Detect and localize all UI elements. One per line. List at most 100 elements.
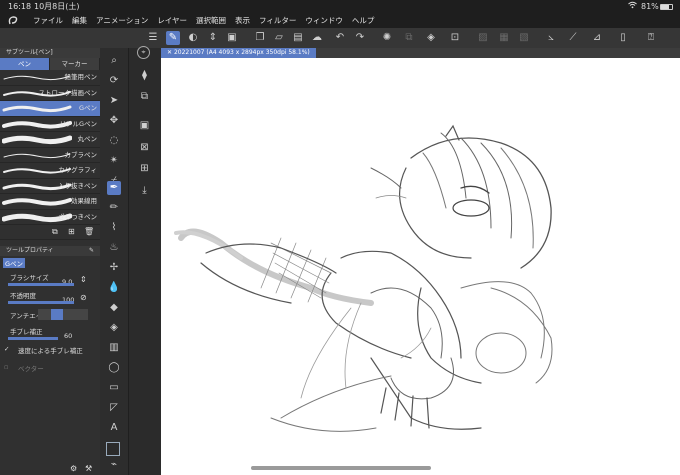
clear-icon[interactable]: ▨ (476, 31, 490, 45)
open-folder-icon[interactable]: ▱ (272, 31, 286, 45)
menu-item[interactable]: レイヤー (157, 14, 187, 28)
zoom-icon[interactable]: ⌕ (107, 54, 121, 68)
navigator-icon[interactable]: ⌖ (137, 46, 150, 59)
redo-icon[interactable]: ↷ (353, 31, 367, 45)
pencil-tool-icon[interactable]: ✏ (107, 201, 121, 215)
menu-icon[interactable]: ☰ (146, 31, 160, 45)
close-tab-icon[interactable]: ✕ (167, 49, 174, 56)
eye-icon[interactable]: ◐ (186, 31, 200, 45)
film-icon[interactable]: ▣ (225, 31, 239, 45)
pen-mode-icon[interactable]: ✎ (166, 31, 180, 45)
menu-item[interactable]: ウィンドウ (305, 14, 343, 28)
brush-item[interactable]: 鉛筆用ペン (0, 70, 100, 86)
eraser-icon[interactable]: ◆ (107, 301, 121, 315)
menu-item[interactable]: ファイル (33, 14, 63, 28)
figure-icon[interactable]: ◯ (107, 361, 121, 375)
delete-subtool-icon[interactable]: 🗑 (84, 227, 94, 236)
stabilization-row[interactable]: 手ブレ補正 60 (0, 324, 100, 342)
subtool-panel-header: サブツール[ペン] (0, 48, 100, 58)
menu-item[interactable]: ヘルプ (352, 14, 375, 28)
brush-item[interactable]: 効果線用 (0, 194, 100, 210)
brush-list: 鉛筆用ペン ストローク描画ペン Gペン リアルGペン 丸ペン カブラペン カリグラフィ 入り抜… (0, 70, 100, 225)
new-file-icon[interactable]: ❐ (253, 31, 267, 45)
pen-tool-icon[interactable]: ✒ (107, 181, 121, 195)
download-icon[interactable]: ⤓ (137, 183, 152, 198)
speed-stabilization-row[interactable]: ✓ 速度による手ブレ補正 (0, 342, 100, 360)
brush-item[interactable]: ざらつきペン (0, 210, 100, 225)
vector-checkbox-icon[interactable]: ▫ (4, 363, 8, 371)
settings-icon[interactable]: ⚙ (70, 464, 77, 473)
menu-item[interactable]: 表示 (235, 14, 250, 28)
brush-item[interactable]: Gペン (0, 101, 100, 117)
auto-select-icon[interactable]: ✴ (107, 154, 121, 168)
stabilization-slider[interactable] (8, 337, 58, 340)
vector-row[interactable]: ▫ ベクター (0, 360, 100, 378)
copy-icon[interactable]: ⧉ (402, 31, 416, 45)
airbrush-icon[interactable]: ♨ (107, 241, 121, 255)
status-time: 16:18 (8, 2, 32, 11)
gradient-icon[interactable]: ▥ (107, 341, 121, 355)
operation-icon[interactable]: ➤ (107, 94, 121, 108)
antialias-selected[interactable] (51, 309, 63, 320)
auto-action-icon[interactable]: ⊠ (137, 140, 152, 155)
document-tab[interactable]: ✕ 20221007 (A4 4093 x 2894px 350dpi 58.1… (161, 48, 316, 58)
fill-icon[interactable]: ◈ (107, 321, 121, 335)
menu-item[interactable]: 編集 (72, 14, 87, 28)
menu-item[interactable]: アニメーション (96, 14, 148, 28)
tab-marker[interactable]: マーカー (50, 58, 100, 70)
help-icon[interactable]: ⍰ (644, 31, 658, 45)
deselect-icon[interactable]: ▧ (517, 31, 531, 45)
opacity-slider[interactable] (8, 301, 74, 304)
ruler-tool-icon[interactable]: ◸ (107, 401, 121, 415)
brush-item[interactable]: 丸ペン (0, 132, 100, 148)
brush-item[interactable]: カブラペン (0, 148, 100, 163)
chevron-toggle-icon[interactable]: ⇕ (206, 31, 220, 45)
undo-icon[interactable]: ↶ (333, 31, 347, 45)
opacity-stepper-icon[interactable]: ⊘ (80, 293, 87, 302)
menu-item[interactable]: フィルター (259, 14, 296, 28)
history-icon[interactable]: ⊞ (137, 161, 152, 176)
line-ruler-icon[interactable]: ⊿ (590, 31, 604, 45)
add-subtool-icon[interactable]: ⊞ (68, 227, 75, 236)
menu-item[interactable]: 選択範囲 (196, 14, 226, 28)
drawing-canvas[interactable] (161, 58, 680, 475)
lasso-icon[interactable]: ◌ (107, 134, 121, 148)
brush-size-stepper-icon[interactable]: ⇕ (80, 275, 87, 284)
tool-settings-icon[interactable]: ⚒ (85, 464, 92, 473)
rotate-icon[interactable]: ⟳ (107, 74, 121, 88)
brush-size-row[interactable]: ブラシサイズ 9.0 ⇕ (0, 270, 100, 288)
brush-ruler-icon[interactable]: ⟋ (566, 31, 580, 45)
fill-bucket-icon[interactable]: ◈ (424, 31, 438, 45)
brush-item[interactable]: リアルGペン (0, 117, 100, 132)
save-icon[interactable]: ▤ (291, 31, 305, 45)
copy-subtool-icon[interactable]: ⧉ (52, 227, 58, 237)
selection-icon[interactable]: ▦ (497, 31, 511, 45)
cloud-icon[interactable]: ☁ (310, 31, 324, 45)
frame-icon[interactable]: ▭ (107, 381, 121, 395)
decoration-icon[interactable]: ✢ (107, 261, 121, 275)
main-color-swatch[interactable] (106, 442, 120, 456)
antialias-row[interactable]: アンチエイリ (0, 306, 100, 324)
brush-tool-icon[interactable]: ⌇ (107, 221, 121, 235)
antialias-options[interactable] (38, 309, 88, 320)
blend-icon[interactable]: 💧 (107, 281, 121, 295)
tab-pen[interactable]: ペン (0, 58, 50, 70)
opacity-row[interactable]: 不透明度 100 ⊘ (0, 288, 100, 306)
move-layer-icon[interactable]: ✥ (107, 114, 121, 128)
brush-item[interactable]: 入り抜きペン (0, 179, 100, 194)
checkbox-icon[interactable]: ✓ (4, 345, 9, 353)
brush-size-slider[interactable] (8, 283, 74, 286)
document-tab-bar: ✕ 20221007 (A4 4093 x 2894px 350dpi 58.1… (161, 48, 680, 58)
material-icon[interactable]: ▣ (137, 118, 152, 133)
wrench-icon[interactable]: ✎ (89, 246, 94, 256)
line-edit-icon[interactable]: ⌁ (107, 458, 121, 472)
layers-icon[interactable]: ⧉ (137, 89, 152, 104)
loading-icon[interactable]: ✺ (380, 31, 394, 45)
ruler-icon[interactable]: ⦣ (544, 31, 558, 45)
brush-item[interactable]: カリグラフィ (0, 163, 100, 179)
layer-property-icon[interactable]: ⧫ (137, 68, 152, 83)
brush-item[interactable]: ストローク描画ペン (0, 86, 100, 101)
transform-icon[interactable]: ⊡ (448, 31, 462, 45)
text-icon[interactable]: A (107, 421, 121, 435)
device-icon[interactable]: ▯ (616, 31, 630, 45)
